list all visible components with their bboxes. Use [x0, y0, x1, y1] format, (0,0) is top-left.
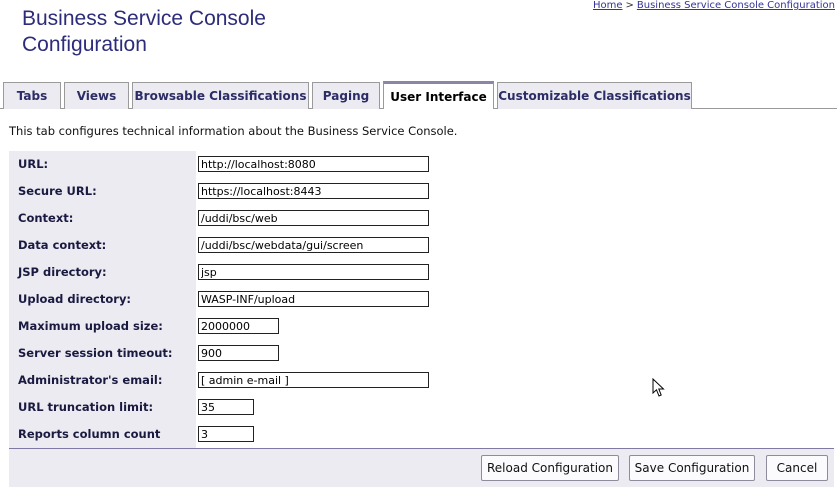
secure-url-input[interactable]: [198, 183, 429, 199]
url-truncation-label: URL truncation limit:: [18, 400, 154, 414]
field-row-max-upload-size: Maximum upload size:: [9, 313, 834, 340]
jsp-directory-input[interactable]: [198, 264, 429, 280]
field-row-url: URL:: [9, 151, 834, 178]
jsp-directory-label: JSP directory:: [18, 265, 107, 279]
url-truncation-input[interactable]: [198, 399, 254, 415]
tab-customizable-classifications[interactable]: Customizable Classifications: [497, 82, 692, 109]
tab-user-interface[interactable]: User Interface: [383, 81, 494, 109]
field-row-data-context: Data context:: [9, 232, 834, 259]
context-input[interactable]: [198, 210, 429, 226]
breadcrumb-home-link[interactable]: Home: [593, 0, 623, 11]
page-title-line2: Configuration: [22, 33, 147, 56]
cancel-button[interactable]: Cancel: [766, 455, 828, 481]
field-row-context: Context:: [9, 205, 834, 232]
data-context-label: Data context:: [18, 238, 107, 252]
admin-email-label: Administrator's email:: [18, 373, 163, 387]
breadcrumb: Home > Business Service Console Configurat…: [593, 0, 835, 11]
max-upload-size-input[interactable]: [198, 318, 279, 334]
field-row-url-truncation: URL truncation limit:: [9, 394, 834, 421]
tab-bar: Tabs Views Browsable Classifications Pag…: [3, 81, 837, 109]
secure-url-label: Secure URL:: [18, 184, 97, 198]
intro-text: This tab configures technical informatio…: [9, 124, 458, 138]
upload-directory-label: Upload directory:: [18, 292, 132, 306]
tab-browsable-classifications[interactable]: Browsable Classifications: [132, 82, 309, 109]
reload-configuration-button[interactable]: Reload Configuration: [481, 455, 619, 481]
field-row-reports-column-count: Reports column count: [9, 421, 834, 448]
admin-email-input[interactable]: [198, 372, 429, 388]
field-row-admin-email: Administrator's email:: [9, 367, 834, 394]
tab-tabs[interactable]: Tabs: [3, 82, 61, 109]
data-context-input[interactable]: [198, 237, 429, 253]
session-timeout-label: Server session timeout:: [18, 346, 173, 360]
page-title-line1: Business Service Console: [22, 7, 266, 30]
breadcrumb-separator: >: [625, 0, 634, 11]
field-row-jsp-directory: JSP directory:: [9, 259, 834, 286]
url-label: URL:: [18, 157, 49, 171]
reports-column-count-input[interactable]: [198, 426, 254, 442]
field-row-upload-directory: Upload directory:: [9, 286, 834, 313]
context-label: Context:: [18, 211, 74, 225]
field-row-secure-url: Secure URL:: [9, 178, 834, 205]
max-upload-size-label: Maximum upload size:: [18, 319, 163, 333]
save-configuration-button[interactable]: Save Configuration: [629, 455, 755, 481]
tab-paging[interactable]: Paging: [312, 82, 380, 109]
upload-directory-input[interactable]: [198, 291, 429, 307]
session-timeout-input[interactable]: [198, 345, 279, 361]
field-row-session-timeout: Server session timeout:: [9, 340, 834, 367]
url-input[interactable]: [198, 156, 429, 172]
page-title: Business Service Console Configuration: [22, 6, 342, 58]
reports-column-count-label: Reports column count: [18, 427, 161, 441]
tab-views[interactable]: Views: [64, 82, 129, 109]
mouse-pointer-icon: [652, 378, 665, 397]
breadcrumb-current-link[interactable]: Business Service Console Configuration: [637, 0, 835, 11]
